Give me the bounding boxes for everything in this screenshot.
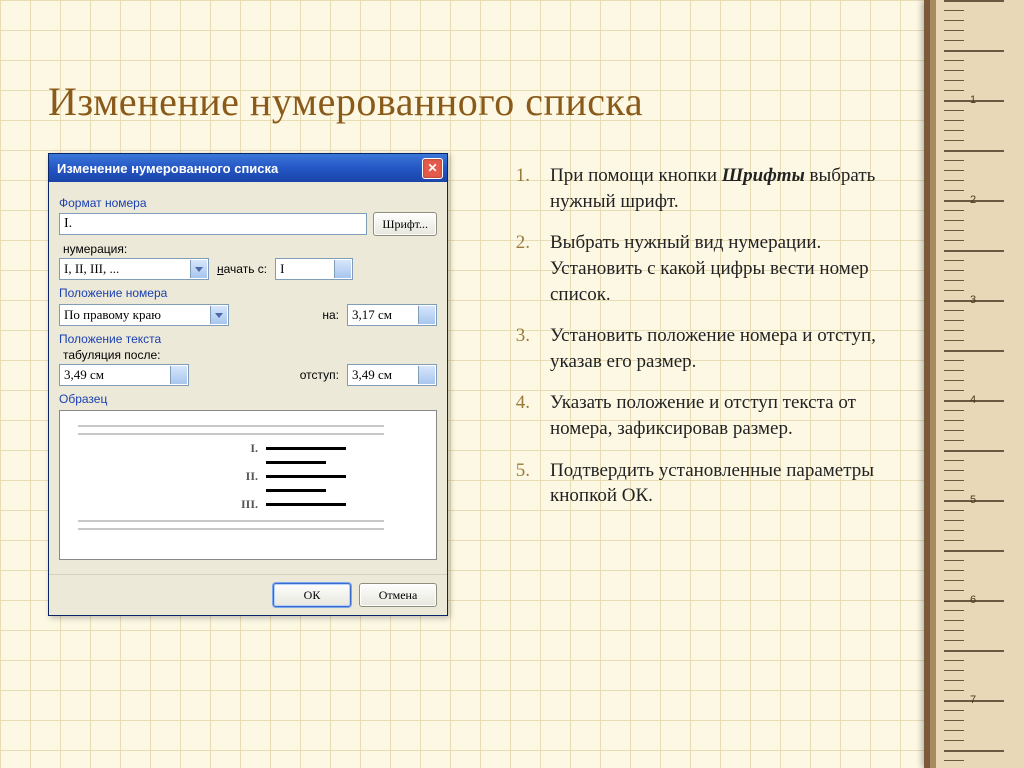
- font-button-label: Шрифт...: [382, 217, 428, 232]
- number-position-stepper[interactable]: 3,17 см: [347, 304, 437, 326]
- list-item: 3. Установить положение номера и отступ,…: [504, 323, 894, 374]
- group-label-number-position: Положение номера: [59, 286, 437, 300]
- number-format-input[interactable]: I.: [59, 213, 367, 235]
- indent-label: отступ:: [300, 368, 339, 382]
- dialog-titlebar: Изменение нумерованного списка ✕: [49, 154, 447, 182]
- font-button[interactable]: Шрифт...: [373, 212, 437, 236]
- step-number: 5.: [504, 458, 530, 509]
- preview-box: I. II. III.: [59, 410, 437, 560]
- alignment-value: По правому краю: [64, 307, 161, 323]
- at-label: на:: [322, 308, 339, 322]
- preview-number-2: II.: [78, 469, 258, 484]
- slide: Изменение нумерованного списка Изменение…: [0, 0, 924, 768]
- step-text: Установить положение номера и отступ, ук…: [550, 323, 894, 374]
- steps-list: 1. При помощи кнопки Шрифты выбрать нужн…: [504, 153, 894, 525]
- cancel-button-label: Отмена: [379, 588, 418, 603]
- indent-stepper[interactable]: 3,49 см: [347, 364, 437, 386]
- step-text: При помощи кнопки Шрифты выбрать нужный …: [550, 163, 894, 214]
- dialog-title: Изменение нумерованного списка: [57, 161, 278, 176]
- step-text: Подтвердить установленные параметры кноп…: [550, 458, 894, 509]
- list-item: 5. Подтвердить установленные параметры к…: [504, 458, 894, 509]
- step-number: 2.: [504, 230, 530, 307]
- slide-title: Изменение нумерованного списка: [48, 78, 894, 125]
- numbering-style-select[interactable]: I, II, III, ...: [59, 258, 209, 280]
- close-button[interactable]: ✕: [422, 158, 443, 179]
- preview-number-1: I.: [78, 441, 258, 456]
- tab-after-label: табуляция после:: [63, 348, 437, 362]
- group-label-format: Формат номера: [59, 196, 437, 210]
- numbering-label: нумерация:: [63, 242, 437, 256]
- list-item: 4. Указать положение и отступ текста от …: [504, 390, 894, 441]
- step-text: Выбрать нужный вид нумерации. Установить…: [550, 230, 894, 307]
- ok-button[interactable]: ОК: [273, 583, 351, 607]
- number-position-value: 3,17 см: [352, 307, 392, 323]
- dialog-window: Изменение нумерованного списка ✕ Формат …: [48, 153, 448, 616]
- list-item: 2. Выбрать нужный вид нумерации. Установ…: [504, 230, 894, 307]
- tab-after-value: 3,49 см: [64, 367, 104, 383]
- ok-button-label: ОК: [304, 588, 321, 603]
- group-label-preview: Образец: [59, 392, 437, 406]
- step-number: 4.: [504, 390, 530, 441]
- step-number: 1.: [504, 163, 530, 214]
- ruler-decoration: 1234567: [924, 0, 1024, 768]
- step-text: Указать положение и отступ текста от ном…: [550, 390, 894, 441]
- start-at-label: начать с:: [217, 262, 267, 276]
- alignment-select[interactable]: По правому краю: [59, 304, 229, 326]
- start-at-stepper[interactable]: I: [275, 258, 353, 280]
- close-icon: ✕: [427, 161, 437, 175]
- preview-number-3: III.: [78, 497, 258, 512]
- group-label-text-position: Положение текста: [59, 332, 437, 346]
- number-format-value: I.: [64, 216, 72, 232]
- tab-after-stepper[interactable]: 3,49 см: [59, 364, 189, 386]
- indent-value: 3,49 см: [352, 367, 392, 383]
- step-number: 3.: [504, 323, 530, 374]
- list-item: 1. При помощи кнопки Шрифты выбрать нужн…: [504, 163, 894, 214]
- cancel-button[interactable]: Отмена: [359, 583, 437, 607]
- start-at-value: I: [280, 261, 284, 277]
- numbering-style-value: I, II, III, ...: [64, 261, 119, 277]
